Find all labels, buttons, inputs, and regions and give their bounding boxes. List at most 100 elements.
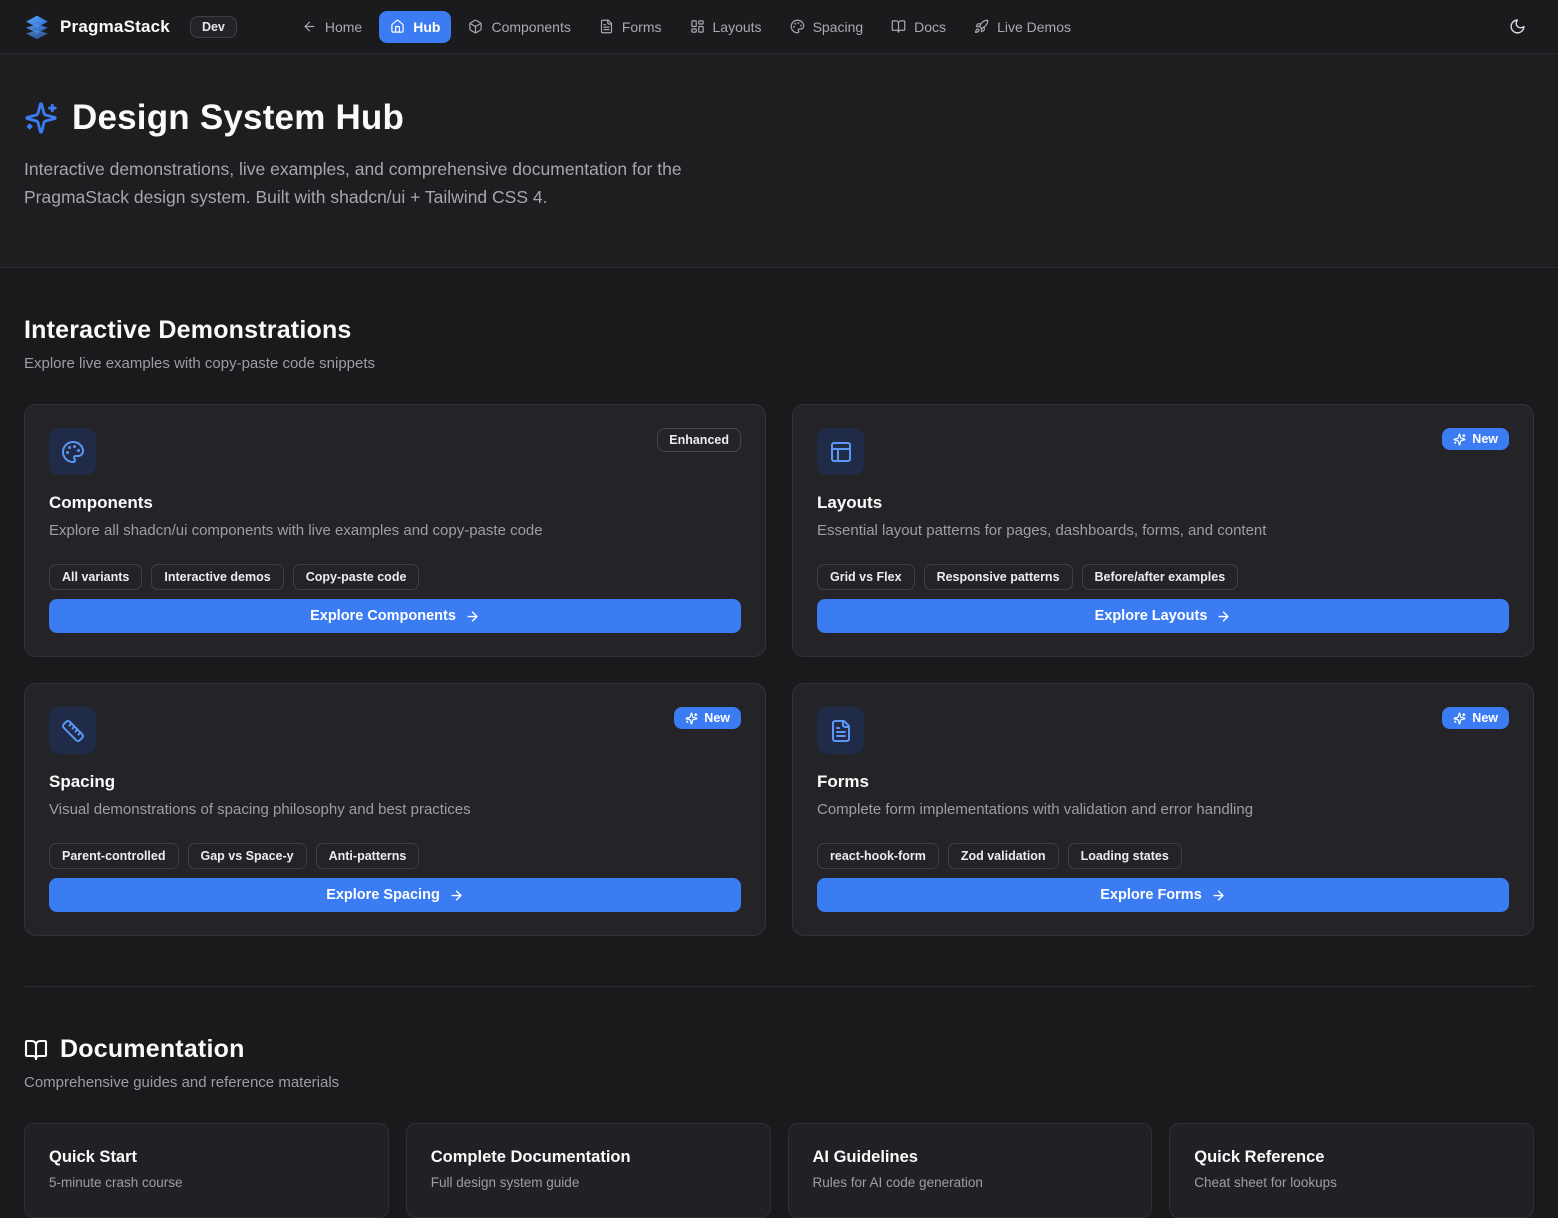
doc-card-subtitle: Cheat sheet for lookups (1194, 1175, 1509, 1190)
demo-card-forms: New Forms Complete form implementations … (792, 683, 1534, 936)
demos-section-title: Interactive Demonstrations (24, 316, 1534, 345)
palette-icon (790, 19, 805, 34)
file-text-icon (829, 719, 853, 743)
nav-item-spacing[interactable]: Spacing (779, 11, 875, 43)
tag-badge: Before/after examples (1082, 564, 1239, 590)
tag-badge: Zod validation (948, 843, 1059, 869)
badge-label: New (704, 711, 730, 725)
page-description: Interactive demonstrations, live example… (24, 156, 769, 211)
top-navbar: PragmaStack Dev Home Hub Components Form… (0, 0, 1558, 54)
nav-item-home[interactable]: Home (291, 11, 373, 43)
arrow-right-icon (449, 888, 464, 903)
doc-card-title: Quick Reference (1194, 1148, 1509, 1167)
demo-cards-grid: Enhanced Components Explore all shadcn/u… (24, 404, 1534, 936)
nav-item-docs[interactable]: Docs (880, 11, 957, 43)
nav-label: Spacing (813, 19, 864, 35)
new-badge: New (1442, 707, 1509, 729)
book-open-icon (891, 19, 906, 34)
doc-card-title: Complete Documentation (431, 1148, 746, 1167)
doc-card-quick-start[interactable]: Quick Start 5-minute crash course (24, 1123, 389, 1218)
nav-item-layouts[interactable]: Layouts (679, 11, 773, 43)
file-text-icon (599, 19, 614, 34)
doc-card-title: Quick Start (49, 1148, 364, 1167)
tag-badge: Grid vs Flex (817, 564, 915, 590)
card-title: Components (49, 493, 741, 513)
tag-row: Grid vs Flex Responsive patterns Before/… (817, 564, 1509, 590)
page-title: Design System Hub (72, 98, 404, 138)
doc-card-quick-reference[interactable]: Quick Reference Cheat sheet for lookups (1169, 1123, 1534, 1218)
layout-dashboard-icon (690, 19, 705, 34)
doc-card-subtitle: Full design system guide (431, 1175, 746, 1190)
docs-section-subtitle: Comprehensive guides and reference mater… (24, 1074, 1534, 1091)
arrow-right-icon (1211, 888, 1226, 903)
doc-card-subtitle: Rules for AI code generation (813, 1175, 1128, 1190)
tag-badge: react-hook-form (817, 843, 939, 869)
nav-label: Forms (622, 19, 662, 35)
button-label: Explore Layouts (1095, 608, 1208, 624)
layers-logo-icon (24, 14, 50, 40)
docs-cards-grid: Quick Start 5-minute crash course Comple… (24, 1123, 1534, 1218)
documentation-section: Documentation Comprehensive guides and r… (24, 1035, 1534, 1218)
home-icon (390, 19, 405, 34)
tag-badge: Loading states (1068, 843, 1182, 869)
card-title: Forms (817, 772, 1509, 792)
arrow-left-icon (302, 19, 317, 34)
forms-card-icon-tile (817, 707, 864, 754)
nav-label: Live Demos (997, 19, 1071, 35)
tag-row: All variants Interactive demos Copy-past… (49, 564, 741, 590)
nav-label: Home (325, 19, 362, 35)
sparkles-icon (1453, 712, 1466, 725)
nav-item-hub[interactable]: Hub (379, 11, 451, 43)
explore-components-button[interactable]: Explore Components (49, 599, 741, 633)
card-description: Essential layout patterns for pages, das… (817, 520, 1509, 542)
rocket-icon (974, 19, 989, 34)
tag-badge: Interactive demos (151, 564, 283, 590)
tag-row: react-hook-form Zod validation Loading s… (817, 843, 1509, 869)
nav-item-components[interactable]: Components (457, 11, 581, 43)
ruler-icon (61, 719, 85, 743)
tag-row: Parent-controlled Gap vs Space-y Anti-pa… (49, 843, 741, 869)
nav-label: Hub (413, 19, 440, 35)
brand-name: PragmaStack (60, 17, 170, 37)
explore-forms-button[interactable]: Explore Forms (817, 878, 1509, 912)
tag-badge: Responsive patterns (924, 564, 1073, 590)
theme-toggle-button[interactable] (1501, 10, 1534, 43)
explore-spacing-button[interactable]: Explore Spacing (49, 878, 741, 912)
enhanced-badge: Enhanced (657, 428, 741, 452)
card-description: Explore all shadcn/ui components with li… (49, 520, 741, 542)
explore-layouts-button[interactable]: Explore Layouts (817, 599, 1509, 633)
button-label: Explore Spacing (326, 887, 440, 903)
nav-item-live-demos[interactable]: Live Demos (963, 11, 1082, 43)
nav-label: Layouts (713, 19, 762, 35)
package-icon (468, 19, 483, 34)
book-open-icon (24, 1038, 48, 1062)
card-description: Complete form implementations with valid… (817, 799, 1509, 821)
sparkles-icon (24, 101, 58, 135)
arrow-right-icon (465, 609, 480, 624)
button-label: Explore Components (310, 608, 456, 624)
brand[interactable]: PragmaStack Dev (24, 14, 237, 40)
nav-label: Docs (914, 19, 946, 35)
badge-label: New (1472, 711, 1498, 725)
card-title: Spacing (49, 772, 741, 792)
card-title: Layouts (817, 493, 1509, 513)
spacing-card-icon-tile (49, 707, 96, 754)
nav-item-forms[interactable]: Forms (588, 11, 673, 43)
tag-badge: Anti-patterns (316, 843, 420, 869)
demos-section-subtitle: Explore live examples with copy-paste co… (24, 355, 1534, 372)
doc-card-complete-documentation[interactable]: Complete Documentation Full design syste… (406, 1123, 771, 1218)
nav-label: Components (491, 19, 570, 35)
components-card-icon-tile (49, 428, 96, 475)
badge-label: New (1472, 432, 1498, 446)
palette-icon (61, 440, 85, 464)
main-nav: Home Hub Components Forms Layouts Spacin… (291, 11, 1082, 43)
doc-card-title: AI Guidelines (813, 1148, 1128, 1167)
main-content: Interactive Demonstrations Explore live … (0, 268, 1558, 1218)
tag-badge: Gap vs Space-y (188, 843, 307, 869)
doc-card-ai-guidelines[interactable]: AI Guidelines Rules for AI code generati… (788, 1123, 1153, 1218)
new-badge: New (1442, 428, 1509, 450)
arrow-right-icon (1216, 609, 1231, 624)
card-description: Visual demonstrations of spacing philoso… (49, 799, 741, 821)
docs-section-title: Documentation (60, 1035, 245, 1064)
demo-card-layouts: New Layouts Essential layout patterns fo… (792, 404, 1534, 657)
